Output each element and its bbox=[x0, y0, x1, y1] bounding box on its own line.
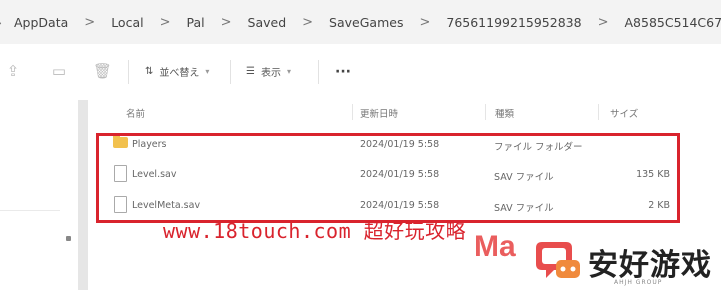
chevron-right-icon[interactable]: > bbox=[405, 15, 444, 30]
sort-button[interactable]: ⇅ 並べ替え ▾ bbox=[145, 64, 209, 79]
view-label: 表示 bbox=[260, 68, 281, 79]
more-options-button[interactable]: ··· bbox=[335, 64, 351, 80]
logo-text: 安好游戏 bbox=[588, 248, 712, 283]
chevron-right-icon[interactable]: > bbox=[146, 15, 185, 30]
toolbar-divider bbox=[318, 60, 319, 84]
chevron-right-icon[interactable]: > bbox=[584, 15, 623, 30]
toolbar-divider bbox=[230, 60, 231, 84]
navigation-pane[interactable] bbox=[0, 100, 72, 290]
view-button[interactable]: ☰ 表示 ▾ bbox=[246, 64, 291, 79]
share-icon[interactable]: ⇪ bbox=[4, 62, 22, 80]
chevron-down-icon: ▾ bbox=[205, 67, 210, 76]
column-date[interactable]: 更新日時 bbox=[360, 106, 398, 120]
divider bbox=[0, 210, 60, 211]
rename-icon[interactable]: ▭ bbox=[50, 62, 68, 80]
breadcrumb-item[interactable]: 76561199215952838 bbox=[444, 15, 583, 30]
toolbar-divider bbox=[128, 60, 129, 84]
view-icon: ☰ bbox=[246, 66, 255, 77]
logo-subtext: AHJH GROUP bbox=[614, 279, 663, 286]
breadcrumb-item[interactable]: Local bbox=[109, 15, 145, 30]
column-divider[interactable] bbox=[352, 104, 353, 120]
chevron-right-icon[interactable]: > bbox=[288, 15, 327, 30]
column-divider[interactable] bbox=[485, 104, 486, 120]
pin-icon bbox=[66, 236, 71, 241]
breadcrumb-item[interactable]: SaveGames bbox=[327, 15, 405, 30]
column-divider[interactable] bbox=[598, 104, 599, 120]
pane-splitter[interactable] bbox=[78, 100, 88, 290]
delete-icon[interactable]: 🗑 bbox=[93, 62, 112, 80]
breadcrumb-item[interactable]: A8585C514C67E3E4892 bbox=[622, 15, 721, 30]
chevron-right-icon[interactable]: > bbox=[207, 15, 246, 30]
sort-label: 並べ替え bbox=[159, 68, 200, 79]
breadcrumb-item[interactable]: Pal bbox=[185, 15, 207, 30]
command-bar: ⇪ ▭ 🗑 ⇅ 並べ替え ▾ ☰ 表示 ▾ ··· bbox=[0, 44, 721, 100]
highlight-box bbox=[96, 133, 680, 223]
breadcrumb-item[interactable]: AppData bbox=[12, 15, 70, 30]
breadcrumb: › AppData > Local > Pal > Saved > SaveGa… bbox=[0, 0, 721, 44]
chevron-down-icon: ▾ bbox=[286, 67, 291, 76]
chevron-right-icon: › bbox=[0, 15, 12, 30]
gamepad-logo-icon bbox=[536, 242, 580, 278]
column-type[interactable]: 種類 bbox=[495, 106, 514, 120]
column-header: 名前 更新日時 種類 サイズ bbox=[90, 100, 721, 124]
column-size[interactable]: サイズ bbox=[610, 106, 638, 120]
watermark-text: www.18touch.com 超好玩攻略 bbox=[163, 219, 467, 243]
breadcrumb-item[interactable]: Saved bbox=[246, 15, 289, 30]
sort-icon: ⇅ bbox=[145, 66, 154, 77]
column-name[interactable]: 名前 bbox=[126, 106, 145, 120]
chevron-right-icon[interactable]: > bbox=[70, 15, 109, 30]
brand-partial-text: Ma bbox=[474, 230, 516, 263]
